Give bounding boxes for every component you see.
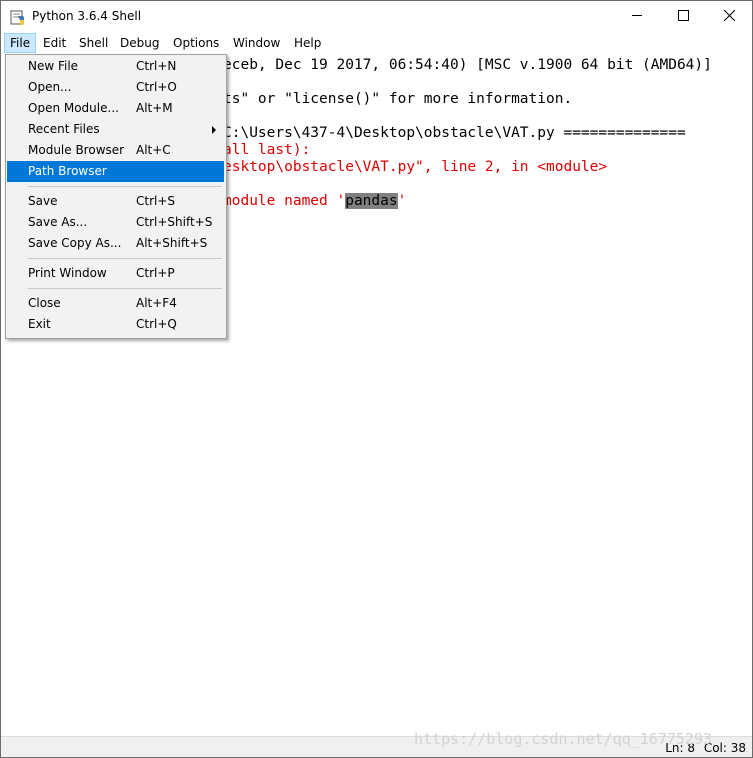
shell-line-info: ts" or "license()" for more information.	[223, 91, 573, 107]
menu-item-save[interactable]: Save Ctrl+S	[7, 191, 224, 212]
file-menu-dropdown: New File Ctrl+N Open... Ctrl+O Open Modu…	[5, 54, 227, 339]
submenu-arrow-icon	[212, 126, 216, 134]
menu-file[interactable]: File	[4, 33, 37, 53]
shell-line-restart: C:\Users\437-4\Desktop\obstacle\VAT.py =…	[223, 125, 686, 141]
menu-separator	[28, 186, 222, 187]
python-idle-icon	[10, 9, 26, 25]
menu-item-save-as[interactable]: Save As... Ctrl+Shift+S	[7, 212, 224, 233]
menu-item-label: Open Module...	[28, 101, 119, 115]
menu-item-shortcut: Alt+Shift+S	[136, 236, 208, 250]
menu-item-recent-files[interactable]: Recent Files	[7, 119, 224, 140]
maximize-icon	[677, 9, 689, 25]
menu-item-label: Print Window	[28, 266, 107, 280]
menu-item-shortcut: Ctrl+S	[136, 194, 176, 208]
error-text-end: '	[397, 193, 407, 209]
menu-item-module-browser[interactable]: Module Browser Alt+C	[7, 140, 224, 161]
close-button[interactable]	[706, 1, 752, 33]
menu-item-open-module[interactable]: Open Module... Alt+M	[7, 98, 224, 119]
title-bar: Python 3.6.4 Shell	[1, 1, 752, 33]
menu-item-label: Path Browser	[28, 164, 107, 178]
menu-item-shortcut: Ctrl+O	[136, 80, 177, 94]
shell-line-error: module named 'pandas'	[223, 193, 406, 209]
error-text: module named '	[223, 193, 346, 209]
menu-item-shortcut: Ctrl+Q	[136, 317, 177, 331]
menu-bar: File Edit Shell Debug Options Window Hel…	[1, 33, 752, 53]
menu-item-shortcut: Ctrl+P	[136, 266, 175, 280]
shell-line-file: esktop\obstacle\VAT.py", line 2, in <mod…	[223, 159, 608, 175]
menu-item-shortcut: Ctrl+N	[136, 59, 177, 73]
minimize-button[interactable]	[614, 1, 660, 33]
menu-help[interactable]: Help	[289, 34, 326, 53]
window-title: Python 3.6.4 Shell	[32, 9, 142, 23]
menu-item-label: Exit	[28, 317, 51, 331]
watermark-text: https://blog.csdn.net/qq_16775293	[414, 730, 713, 748]
menu-separator	[28, 258, 222, 259]
menu-item-save-copy-as[interactable]: Save Copy As... Alt+Shift+S	[7, 233, 224, 254]
menu-item-label: Save As...	[28, 215, 88, 229]
menu-item-shortcut: Alt+M	[136, 101, 173, 115]
idle-shell-window: Python 3.6.4 Shell File Edit Shell Debug…	[0, 0, 753, 758]
menu-edit[interactable]: Edit	[38, 34, 71, 53]
menu-item-label: New File	[28, 59, 79, 73]
selected-text: pandas	[345, 193, 398, 209]
close-icon	[723, 9, 735, 25]
menu-item-label: Save	[28, 194, 58, 208]
menu-item-exit[interactable]: Exit Ctrl+Q	[7, 314, 224, 335]
menu-window[interactable]: Window	[228, 34, 285, 53]
menu-item-label: Module Browser	[28, 143, 125, 157]
menu-item-shortcut: Alt+C	[136, 143, 171, 157]
menu-shell[interactable]: Shell	[74, 34, 113, 53]
menu-item-label: Open...	[28, 80, 72, 94]
menu-item-new-file[interactable]: New File Ctrl+N	[7, 56, 224, 77]
menu-options[interactable]: Options	[168, 34, 224, 53]
shell-line-traceback: all last):	[223, 142, 311, 158]
menu-item-shortcut: Alt+F4	[136, 296, 177, 310]
menu-item-shortcut: Ctrl+Shift+S	[136, 215, 213, 229]
vertical-scrollbar[interactable]	[736, 54, 752, 734]
menu-debug[interactable]: Debug	[115, 34, 164, 53]
shell-line-version: eceb, Dec 19 2017, 06:54:40) [MSC v.1900…	[223, 57, 712, 73]
menu-separator	[28, 288, 222, 289]
menu-item-label: Recent Files	[28, 122, 100, 136]
minimize-icon	[631, 9, 643, 25]
menu-item-label: Save Copy As...	[28, 236, 122, 250]
maximize-button[interactable]	[660, 1, 706, 33]
menu-item-print-window[interactable]: Print Window Ctrl+P	[7, 263, 224, 284]
menu-item-open[interactable]: Open... Ctrl+O	[7, 77, 224, 98]
menu-item-close[interactable]: Close Alt+F4	[7, 293, 224, 314]
menu-item-path-browser[interactable]: Path Browser	[7, 161, 224, 182]
menu-item-label: Close	[28, 296, 61, 310]
